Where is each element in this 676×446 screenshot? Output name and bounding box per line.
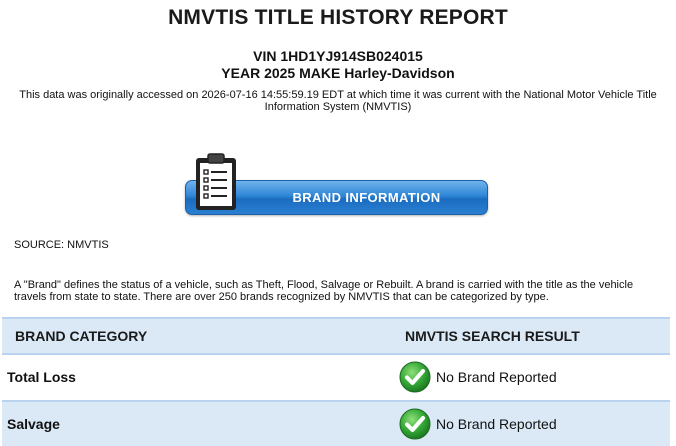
header-search-result: NMVTIS SEARCH RESULT <box>405 328 580 344</box>
report-title: NMVTIS TITLE HISTORY REPORT <box>168 6 508 29</box>
result-text: No Brand Reported <box>436 416 557 432</box>
green-check-icon <box>399 361 431 393</box>
green-check-icon <box>399 408 431 440</box>
brand-description: A "Brand" defines the status of a vehicl… <box>14 279 634 303</box>
banner-label: BRAND INFORMATION <box>292 190 441 205</box>
access-note: This data was originally accessed on 202… <box>19 89 657 113</box>
table-header: BRAND CATEGORY NMVTIS SEARCH RESULT <box>2 317 670 355</box>
table-row: Total Loss No Brand Reported <box>2 355 670 399</box>
result-text: No Brand Reported <box>436 369 557 385</box>
source-label: SOURCE: NMVTIS <box>14 239 109 251</box>
brand-information-banner: BRAND INFORMATION <box>185 152 488 216</box>
brand-category: Salvage <box>7 416 60 432</box>
year-make-line: YEAR 2025 MAKE Harley-Davidson <box>221 65 455 81</box>
clipboard-checklist-icon <box>196 153 236 210</box>
vin-line: VIN 1HD1YJ914SB024015 <box>253 48 423 64</box>
brand-category: Total Loss <box>7 369 76 385</box>
header-brand-category: BRAND CATEGORY <box>15 328 148 344</box>
table-row: Salvage No Brand Reported <box>2 400 670 446</box>
